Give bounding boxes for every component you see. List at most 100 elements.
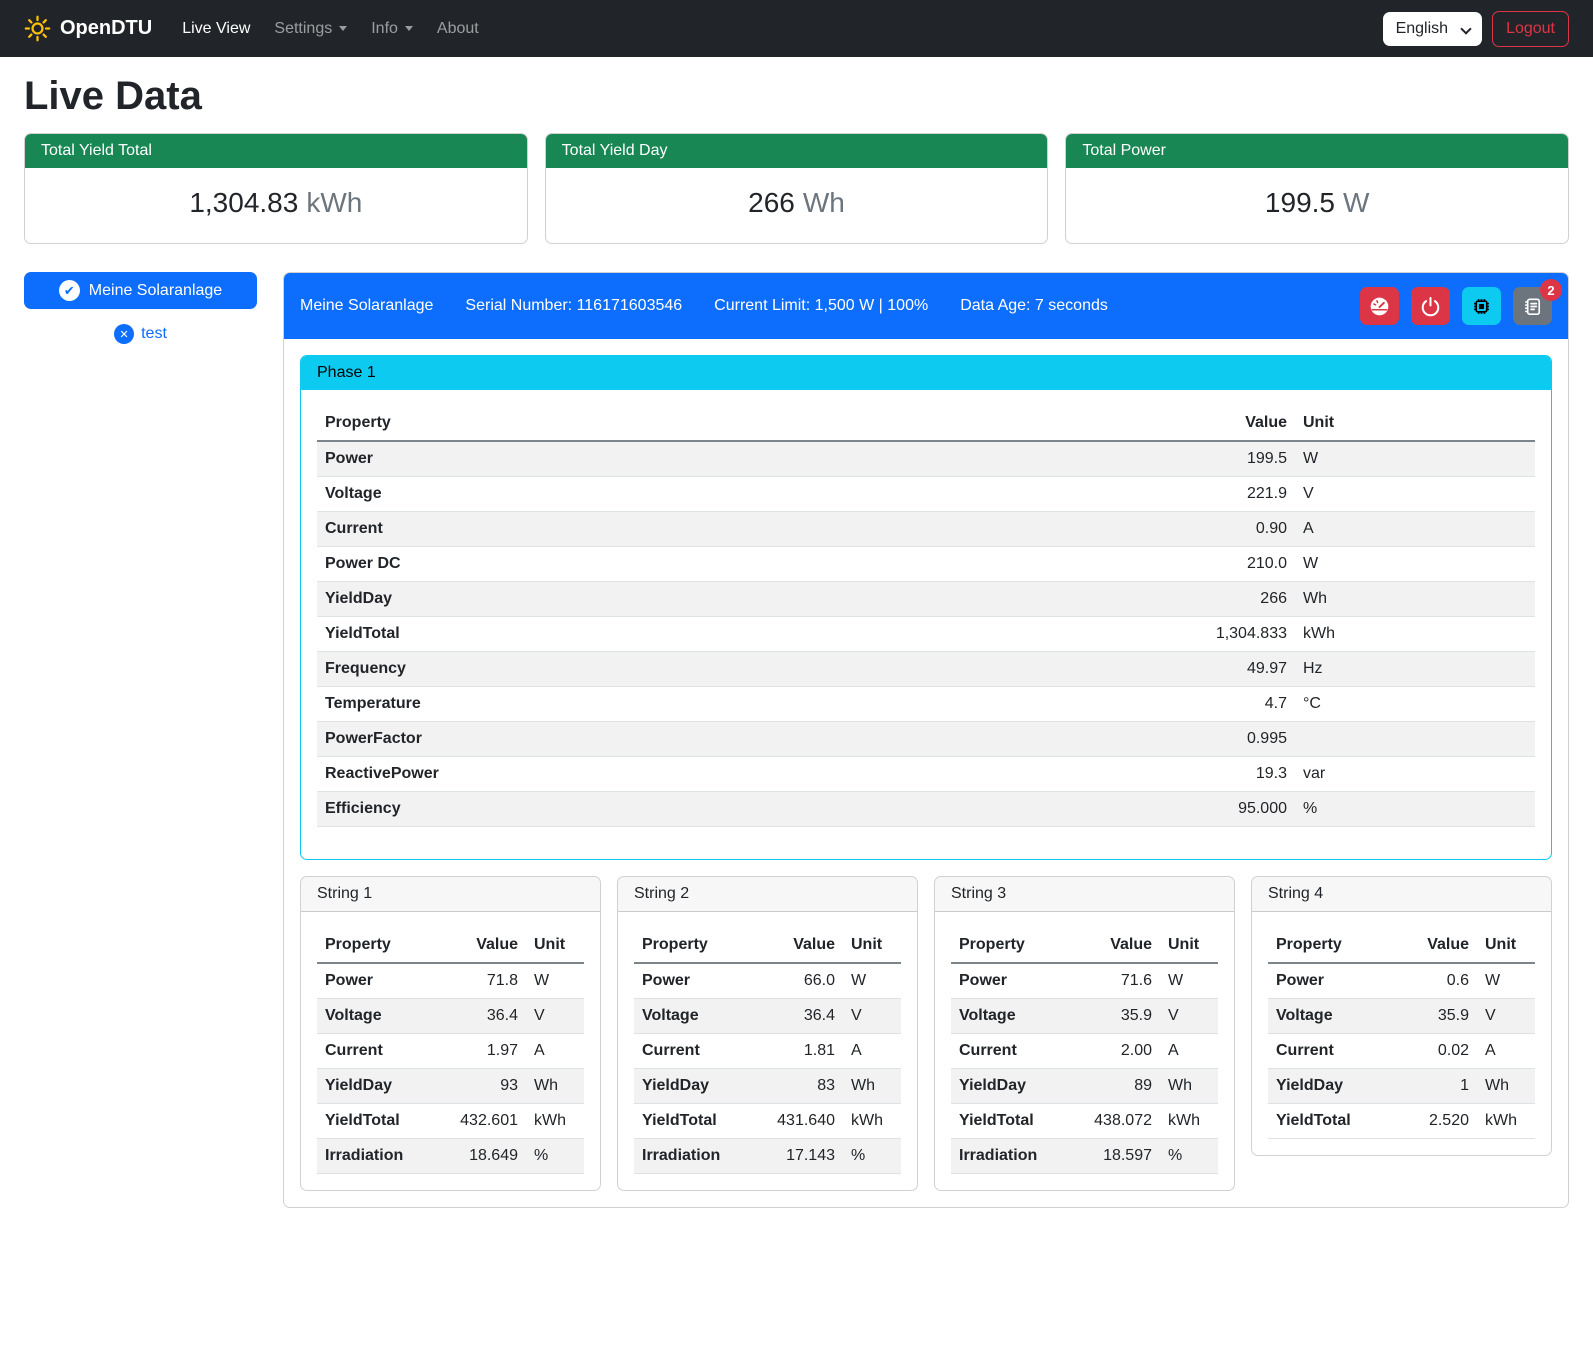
table-row: Efficiency95.000% — [317, 792, 1535, 827]
property-cell: Current — [317, 512, 902, 547]
property-cell: Voltage — [634, 999, 753, 1034]
sidebar-item-meine-solaranlage[interactable]: ✔ Meine Solaranlage — [24, 272, 257, 309]
chevron-down-icon — [1460, 23, 1471, 34]
unit-cell: W — [1477, 963, 1535, 999]
string-title: String 2 — [618, 877, 917, 912]
x-circle-icon: ✕ — [114, 324, 134, 344]
property-cell: YieldDay — [317, 1069, 436, 1104]
string-title: String 3 — [935, 877, 1234, 912]
unit-cell: V — [526, 999, 584, 1034]
table-row: Irradiation17.143% — [634, 1139, 901, 1174]
speedometer-icon — [1368, 295, 1391, 318]
value-cell: 221.9 — [902, 477, 1295, 512]
property-cell: YieldTotal — [317, 1104, 436, 1139]
value-cell: 17.143 — [753, 1139, 843, 1174]
strings-row: String 1 Property Value Unit Power71.8WV… — [300, 876, 1552, 1191]
table-row: YieldDay266Wh — [317, 582, 1535, 617]
card-value: 266 — [748, 187, 795, 218]
property-cell: Voltage — [317, 999, 436, 1034]
language-select-value: English — [1396, 20, 1448, 37]
nav-item-settings[interactable]: Settings — [262, 12, 359, 46]
value-cell: 0.02 — [1387, 1034, 1477, 1069]
value-cell: 95.000 — [902, 792, 1295, 827]
string-card: String 3 Property Value Unit Power71.6WV… — [934, 876, 1235, 1191]
table-row: Power66.0W — [634, 963, 901, 999]
unit-cell — [1295, 722, 1535, 757]
property-cell: Power DC — [317, 547, 902, 582]
table-row: YieldDay1Wh — [1268, 1069, 1535, 1104]
table-row: YieldDay89Wh — [951, 1069, 1218, 1104]
unit-cell: A — [1477, 1034, 1535, 1069]
property-cell: Voltage — [951, 999, 1070, 1034]
table-row: Voltage36.4V — [634, 999, 901, 1034]
table-row: Current1.97A — [317, 1034, 584, 1069]
property-cell: PowerFactor — [317, 722, 902, 757]
cpu-icon — [1470, 295, 1493, 318]
language-select[interactable]: English — [1383, 12, 1482, 46]
table-row: Temperature4.7°C — [317, 687, 1535, 722]
value-cell: 36.4 — [436, 999, 526, 1034]
table-row: Voltage35.9V — [951, 999, 1218, 1034]
property-cell: Current — [951, 1034, 1070, 1069]
property-cell: YieldTotal — [1268, 1104, 1387, 1139]
value-cell: 18.649 — [436, 1139, 526, 1174]
unit-cell: Wh — [1160, 1069, 1218, 1104]
value-cell: 1 — [1387, 1069, 1477, 1104]
unit-cell: kWh — [526, 1104, 584, 1139]
string-card: String 2 Property Value Unit Power66.0WV… — [617, 876, 918, 1191]
nav-item-info[interactable]: Info — [359, 12, 425, 46]
column-header-property: Property — [317, 406, 902, 441]
property-cell: Power — [951, 963, 1070, 999]
table-row: Current0.90A — [317, 512, 1535, 547]
value-cell: 35.9 — [1070, 999, 1160, 1034]
unit-cell: A — [843, 1034, 901, 1069]
page-title: Live Data — [24, 74, 1569, 119]
property-cell: YieldTotal — [317, 617, 902, 652]
value-cell: 2.520 — [1387, 1104, 1477, 1139]
logout-button[interactable]: Logout — [1492, 11, 1569, 47]
sidebar-item-test[interactable]: ✕ test — [24, 324, 257, 344]
nav-item-label: About — [437, 20, 479, 38]
power-button[interactable] — [1411, 287, 1450, 325]
property-cell: YieldDay — [634, 1069, 753, 1104]
inverter-sidebar: ✔ Meine Solaranlage ✕ test — [24, 272, 257, 344]
column-header-unit: Unit — [1160, 928, 1218, 963]
total-yield-day-card: Total Yield Day 266Wh — [545, 133, 1049, 244]
string-card: String 4 Property Value Unit Power0.6WVo… — [1251, 876, 1552, 1156]
string-table: Property Value Unit Power0.6WVoltage35.9… — [1268, 928, 1535, 1139]
nav-item-live-view[interactable]: Live View — [170, 12, 262, 46]
card-value: 1,304.83 — [189, 187, 298, 218]
limit-settings-button[interactable] — [1360, 287, 1399, 325]
card-value: 199.5 — [1265, 187, 1335, 218]
property-cell: Irradiation — [634, 1139, 753, 1174]
table-row: PowerFactor0.995 — [317, 722, 1535, 757]
brand-title: OpenDTU — [60, 17, 152, 40]
card-unit: kWh — [306, 187, 362, 218]
table-row: ReactivePower19.3var — [317, 757, 1535, 792]
unit-cell: % — [1160, 1139, 1218, 1174]
unit-cell: Wh — [843, 1069, 901, 1104]
unit-cell: V — [1477, 999, 1535, 1034]
table-row: Current0.02A — [1268, 1034, 1535, 1069]
card-title: Total Power — [1066, 134, 1568, 168]
unit-cell: % — [526, 1139, 584, 1174]
nav-item-about[interactable]: About — [425, 12, 491, 46]
table-row: Power71.6W — [951, 963, 1218, 999]
restart-device-button[interactable] — [1462, 287, 1501, 325]
value-cell: 210.0 — [902, 547, 1295, 582]
unit-cell: % — [1295, 792, 1535, 827]
value-cell: 4.7 — [902, 687, 1295, 722]
event-log-button[interactable]: 2 — [1513, 287, 1552, 325]
property-cell: Current — [1268, 1034, 1387, 1069]
value-cell: 1,304.833 — [902, 617, 1295, 652]
table-row: YieldTotal2.520kWh — [1268, 1104, 1535, 1139]
column-header-value: Value — [436, 928, 526, 963]
table-row: Current2.00A — [951, 1034, 1218, 1069]
table-row: Irradiation18.597% — [951, 1139, 1218, 1174]
table-header-row: Property Value Unit — [1268, 928, 1535, 963]
chevron-down-icon — [405, 26, 413, 31]
table-row: Power DC210.0W — [317, 547, 1535, 582]
value-cell: 19.3 — [902, 757, 1295, 792]
table-row: YieldTotal432.601kWh — [317, 1104, 584, 1139]
unit-cell: A — [526, 1034, 584, 1069]
